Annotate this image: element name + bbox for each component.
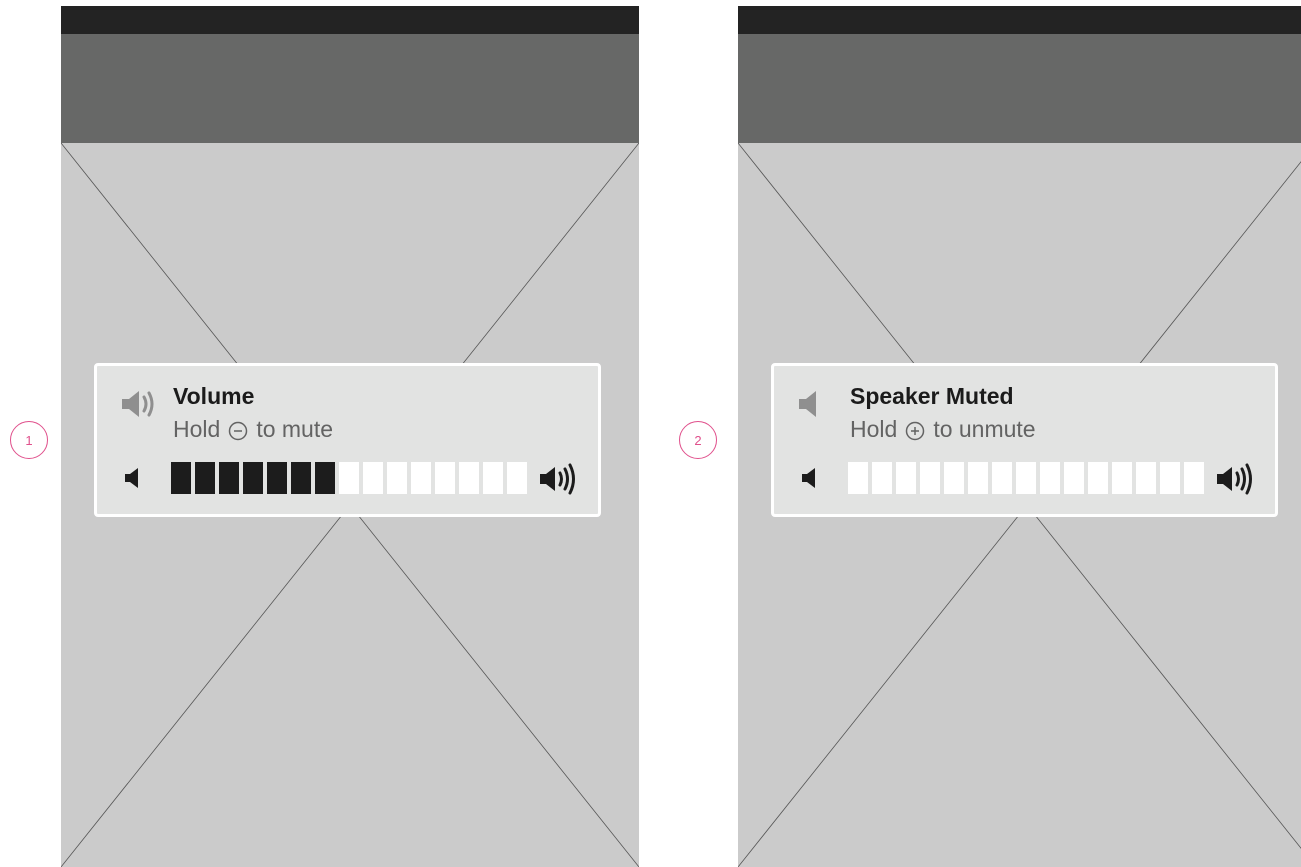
speaker-sound-icon xyxy=(122,391,154,417)
status-bar xyxy=(61,6,639,34)
volume-segment xyxy=(507,462,527,494)
speaker-low-icon xyxy=(125,468,138,488)
volume-segment xyxy=(920,462,940,494)
muted-hud: Speaker Muted Hold to unmute xyxy=(771,363,1278,517)
volume-segment xyxy=(483,462,503,494)
status-bar xyxy=(738,6,1301,34)
volume-segment xyxy=(219,462,239,494)
volume-segment xyxy=(872,462,892,494)
volume-segment xyxy=(411,462,431,494)
phone-screen-1: Volume Hold to mute xyxy=(61,6,639,867)
volume-segment xyxy=(944,462,964,494)
step-badge-1: 1 xyxy=(10,421,48,459)
hud-title: Speaker Muted xyxy=(850,383,1014,409)
speaker-high-icon xyxy=(1217,463,1252,495)
volume-segment xyxy=(267,462,287,494)
hud-subtitle: Hold to mute xyxy=(173,416,333,443)
volume-segment xyxy=(387,462,407,494)
step-badge-2: 2 xyxy=(679,421,717,459)
volume-segment xyxy=(1112,462,1132,494)
plus-circle-icon xyxy=(906,421,925,440)
subtitle-hold-text: Hold xyxy=(850,416,898,442)
subtitle-action-text: to unmute xyxy=(933,416,1036,442)
volume-segment xyxy=(435,462,455,494)
volume-segment xyxy=(315,462,335,494)
subtitle-action-text: to mute xyxy=(256,416,334,442)
volume-segment xyxy=(363,462,383,494)
volume-segment xyxy=(1160,462,1180,494)
speaker-high-icon xyxy=(540,463,575,495)
volume-segment xyxy=(171,462,191,494)
volume-segment xyxy=(848,462,868,494)
volume-segment xyxy=(896,462,916,494)
volume-segment xyxy=(1088,462,1108,494)
volume-segment xyxy=(1064,462,1084,494)
volume-segment xyxy=(195,462,215,494)
speaker-muted-icon xyxy=(799,391,816,417)
volume-segment xyxy=(291,462,311,494)
subtitle-hold-text: Hold xyxy=(173,416,221,442)
volume-segment xyxy=(243,462,263,494)
volume-segment xyxy=(1136,462,1156,494)
volume-slider[interactable] xyxy=(802,462,1252,495)
header-bar xyxy=(738,34,1301,143)
minus-circle-icon xyxy=(229,421,248,440)
volume-slider[interactable] xyxy=(125,462,575,495)
volume-segment xyxy=(1184,462,1204,494)
hud-title: Volume xyxy=(173,383,255,409)
volume-segment xyxy=(992,462,1012,494)
volume-hud: Volume Hold to mute xyxy=(94,363,601,517)
volume-segment xyxy=(459,462,479,494)
volume-segment xyxy=(1016,462,1036,494)
volume-segments xyxy=(848,462,1204,494)
volume-segment xyxy=(1040,462,1060,494)
volume-segment xyxy=(339,462,359,494)
volume-segment xyxy=(968,462,988,494)
speaker-low-icon xyxy=(802,468,815,488)
volume-segments xyxy=(171,462,527,494)
header-bar xyxy=(61,34,639,143)
phone-screen-2: Speaker Muted Hold to unmute xyxy=(738,6,1301,867)
hud-subtitle: Hold to unmute xyxy=(850,416,1036,443)
